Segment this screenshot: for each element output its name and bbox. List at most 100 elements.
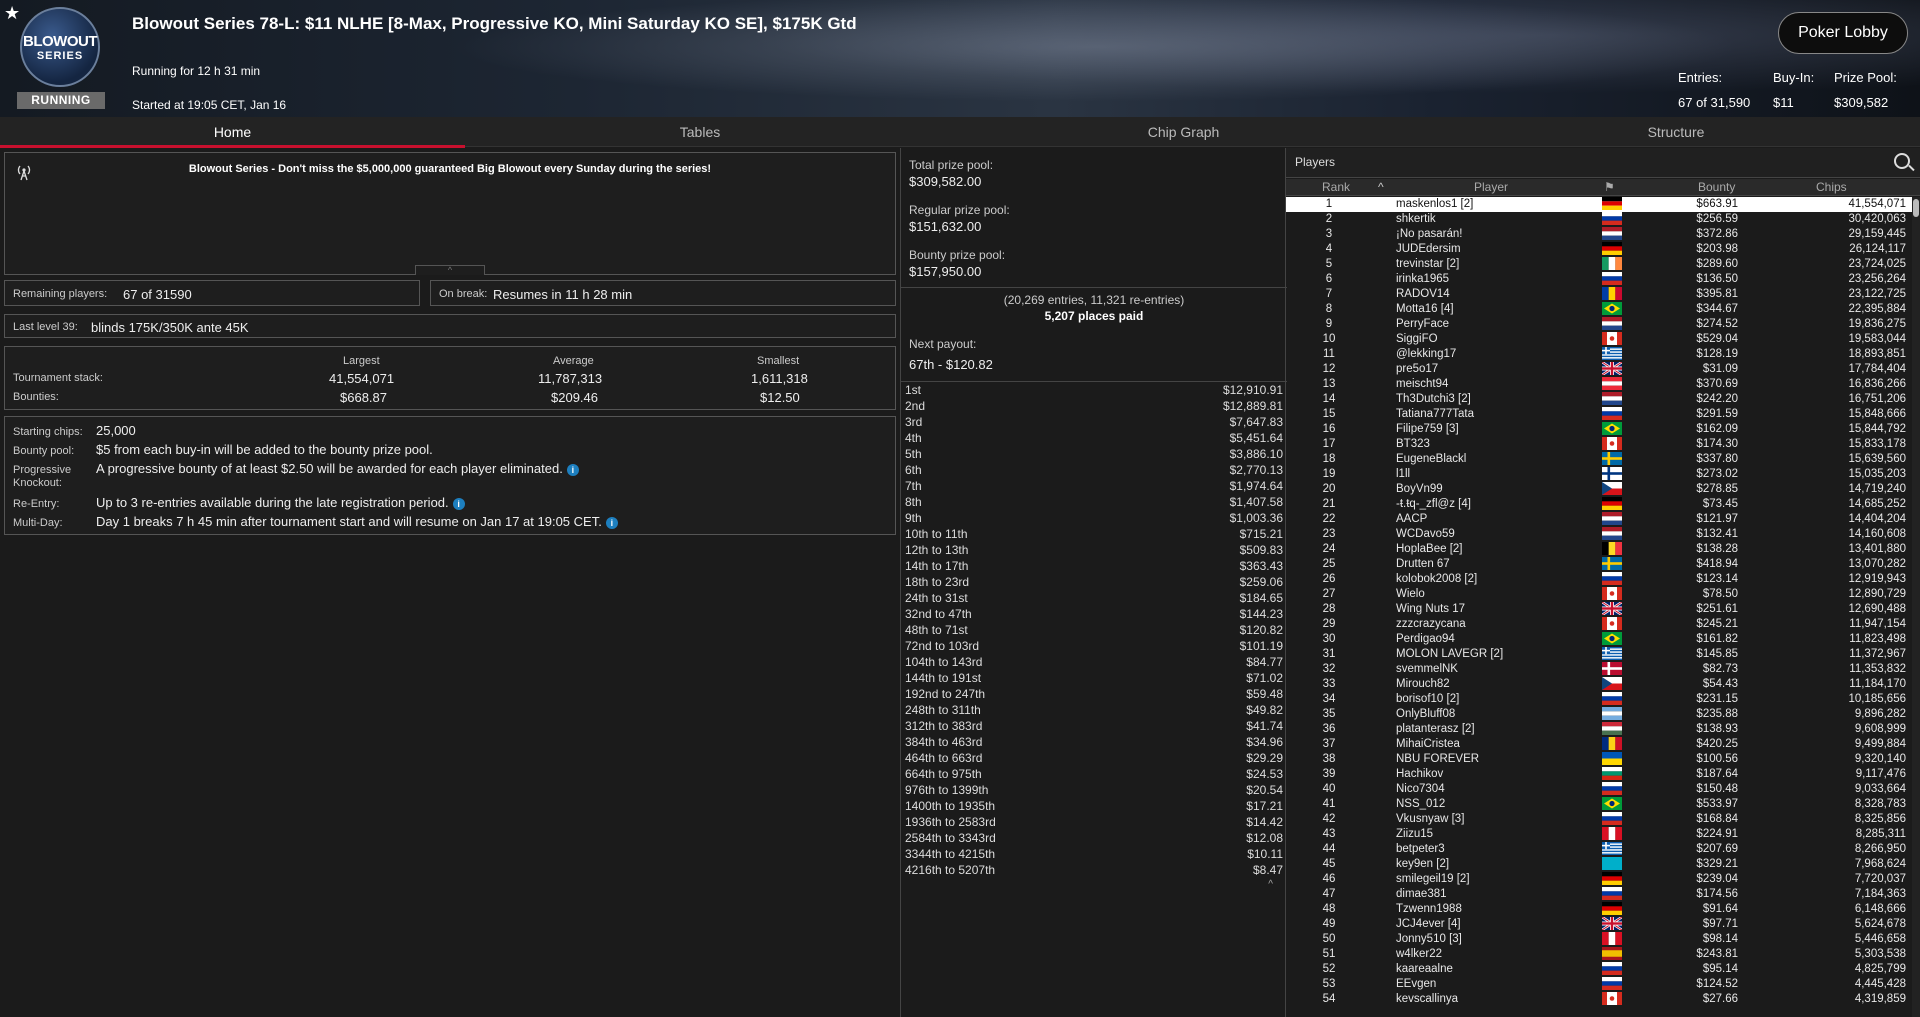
bounty-column-header[interactable]: Bounty xyxy=(1698,180,1735,194)
player-chips: 16,836,266 xyxy=(1848,378,1906,390)
player-row[interactable]: 20 BoyVn99 $278.85 14,719,240 xyxy=(1286,482,1912,497)
player-row[interactable]: 32 svemmelNK $82.73 11,353,832 xyxy=(1286,662,1912,677)
player-bounty: $344.67 xyxy=(1696,303,1738,315)
player-row[interactable]: 15 Tatiana777Tata $291.59 15,848,666 xyxy=(1286,407,1912,422)
player-name: Filipe759 [3] xyxy=(1396,423,1459,435)
player-row[interactable]: 39 Hachikov $187.64 9,117,476 xyxy=(1286,767,1912,782)
payout-row: 6th $2,770.13 xyxy=(901,462,1287,478)
player-row[interactable]: 48 Tzwenn1988 $91.64 6,148,666 xyxy=(1286,902,1912,917)
player-row[interactable]: 40 Nico7304 $150.48 9,033,664 xyxy=(1286,782,1912,797)
player-row[interactable]: 53 EEvgen $124.52 4,445,428 xyxy=(1286,977,1912,992)
poker-lobby-button[interactable]: Poker Lobby xyxy=(1778,12,1908,54)
player-row[interactable]: 13 meischt94 $370.69 16,836,266 xyxy=(1286,377,1912,392)
player-row[interactable]: 16 Filipe759 [3] $162.09 15,844,792 xyxy=(1286,422,1912,437)
player-row[interactable]: 33 Mirouch82 $54.43 11,184,170 xyxy=(1286,677,1912,692)
tab-chip-graph[interactable]: Chip Graph xyxy=(935,117,1432,147)
scroll-up-icon[interactable]: ^ xyxy=(1268,879,1273,890)
player-row[interactable]: 11 @lekking17 $128.19 18,893,851 xyxy=(1286,347,1912,362)
reentry-value: Up to 3 re-entries available during the … xyxy=(96,495,449,510)
player-row[interactable]: 49 JCJ4ever [4] $97.71 5,624,678 xyxy=(1286,915,1912,932)
player-row[interactable]: 45 key9en [2] $329.21 7,968,624 xyxy=(1286,857,1912,872)
player-row[interactable]: 24 HoplaBee [2] $138.28 13,401,880 xyxy=(1286,542,1912,557)
player-row[interactable]: 14 Th3Dutchi3 [2] $242.20 16,751,206 xyxy=(1286,392,1912,407)
prizepool-value: $309,582 xyxy=(1834,95,1889,110)
player-row[interactable]: 38 NBU FOREVER $100.56 9,320,140 xyxy=(1286,752,1912,767)
player-row[interactable]: 37 MihaiCristea $420.25 9,499,884 xyxy=(1286,737,1912,752)
players-title: Players xyxy=(1295,155,1336,169)
player-row[interactable]: 54 kevscallinya $27.66 4,319,859 xyxy=(1286,992,1912,1007)
flag-column-icon[interactable]: ⚑ xyxy=(1604,180,1615,194)
player-row[interactable]: 10 SiggiFO $529.04 19,583,044 xyxy=(1286,332,1912,347)
player-row[interactable]: 28 Wing Nuts 17 $251.61 12,690,488 xyxy=(1286,600,1912,617)
player-bounty: $529.04 xyxy=(1696,333,1738,345)
player-bounty: $224.91 xyxy=(1696,828,1738,840)
player-row[interactable]: 26 kolobok2008 [2] $123.14 12,919,943 xyxy=(1286,572,1912,587)
chips-column-header[interactable]: Chips xyxy=(1816,180,1847,194)
player-row[interactable]: 31 MOLON LAVEGR [2] $145.85 11,372,967 xyxy=(1286,647,1912,662)
player-row[interactable]: 51 w4lker22 $243.81 5,303,538 xyxy=(1286,947,1912,962)
player-rank: 46 xyxy=(1322,873,1336,885)
tab-home[interactable]: Home xyxy=(0,117,465,148)
player-row[interactable]: 34 borisof10 [2] $231.15 10,185,656 xyxy=(1286,692,1912,707)
player-row[interactable]: 46 smilegeil19 [2] $239.04 7,720,037 xyxy=(1286,872,1912,887)
player-row[interactable]: 43 Ziizu15 $224.91 8,285,311 xyxy=(1286,827,1912,842)
collapse-announcement-button[interactable]: ^ xyxy=(415,265,485,275)
player-row[interactable]: 27 Wielo $78.50 12,890,729 xyxy=(1286,587,1912,602)
player-row[interactable]: 3 ¡No pasarán! $372.86 29,159,445 xyxy=(1286,227,1912,242)
multiday-info-icon[interactable]: i xyxy=(605,516,618,529)
player-row[interactable]: 25 Drutten 67 $418.94 13,070,282 xyxy=(1286,557,1912,572)
total-prize-pool-value: $309,582.00 xyxy=(909,174,982,189)
player-row[interactable]: 23 WCDavo59 $132.41 14,160,608 xyxy=(1286,527,1912,542)
search-icon[interactable] xyxy=(1894,153,1910,169)
player-row[interactable]: 18 EugeneBlackl $337.80 15,639,560 xyxy=(1286,452,1912,467)
payout-place: 2nd xyxy=(905,399,926,413)
player-row[interactable]: 1 maskenlos1 [2] $663.91 41,554,071 xyxy=(1286,197,1912,212)
payout-place: 72nd to 103rd xyxy=(905,639,980,653)
player-column-header[interactable]: Player xyxy=(1474,180,1508,194)
player-row[interactable]: 36 platanterasz [2] $138.93 9,608,999 xyxy=(1286,722,1912,737)
player-bounty: $245.21 xyxy=(1696,618,1738,630)
favorite-star-icon[interactable]: ★ xyxy=(4,3,20,24)
reentry-row: Re-Entry: Up to 3 re-entries available d… xyxy=(13,495,465,511)
player-row[interactable]: 21 -ŧ.ŧq-_zfl@z [4] $73.45 14,685,252 xyxy=(1286,497,1912,512)
rank-column-header[interactable]: Rank xyxy=(1322,180,1350,194)
player-row[interactable]: 4 JUDEdersim $203.98 26,124,117 xyxy=(1286,242,1912,257)
country-flag-icon xyxy=(1602,242,1622,255)
sort-ascending-icon[interactable]: ^ xyxy=(1378,180,1384,194)
player-name: Tzwenn1988 xyxy=(1396,903,1462,915)
player-row[interactable]: 2 shkertik $256.59 30,420,063 xyxy=(1286,212,1912,227)
player-rank: 3 xyxy=(1325,228,1333,240)
player-row[interactable]: 22 AACP $121.97 14,404,204 xyxy=(1286,512,1912,527)
player-row[interactable]: 44 betpeter3 $207.69 8,266,950 xyxy=(1286,842,1912,857)
player-row[interactable]: 12 pre5o17 $31.09 17,784,404 xyxy=(1286,360,1912,377)
player-row[interactable]: 8 Motta16 [4] $344.67 22,395,884 xyxy=(1286,302,1912,317)
country-flag-icon xyxy=(1602,797,1622,810)
player-row[interactable]: 35 OnlyBluff08 $235.88 9,896,282 xyxy=(1286,707,1912,722)
player-row[interactable]: 52 kaareaalne $95.14 4,825,799 xyxy=(1286,962,1912,977)
player-row[interactable]: 42 Vkusnyaw [3] $168.84 8,325,856 xyxy=(1286,812,1912,827)
payout-row: 12th to 13th $509.83 xyxy=(901,542,1287,558)
player-chips: 9,499,884 xyxy=(1854,738,1906,750)
player-row[interactable]: 9 PerryFace $274.52 19,836,275 xyxy=(1286,317,1912,332)
player-row[interactable]: 47 dimae381 $174.56 7,184,363 xyxy=(1286,887,1912,902)
reentry-info-icon[interactable]: i xyxy=(452,497,465,510)
player-row[interactable]: 7 RADOV14 $395.81 23,122,725 xyxy=(1286,287,1912,302)
tab-tables[interactable]: Tables xyxy=(465,117,935,147)
player-row[interactable]: 41 NSS_012 $533.97 8,328,783 xyxy=(1286,797,1912,812)
player-rank: 24 xyxy=(1322,543,1336,555)
player-row[interactable]: 17 BT323 $174.30 15,833,178 xyxy=(1286,437,1912,452)
player-bounty: $136.50 xyxy=(1696,273,1738,285)
payout-amount: $363.43 xyxy=(1239,559,1283,573)
payout-place: 18th to 23rd xyxy=(905,575,970,589)
player-row[interactable]: 5 trevinstar [2] $289.60 23,724,025 xyxy=(1286,257,1912,272)
scrollbar-thumb[interactable] xyxy=(1913,199,1919,217)
player-row[interactable]: 29 zzzcrazycana $245.21 11,947,154 xyxy=(1286,617,1912,632)
player-row[interactable]: 6 irinka1965 $136.50 23,256,264 xyxy=(1286,272,1912,287)
players-scrollbar[interactable] xyxy=(1912,197,1920,1017)
country-flag-icon xyxy=(1602,197,1622,210)
player-row[interactable]: 19 l1ll $273.02 15,035,203 xyxy=(1286,467,1912,482)
player-row[interactable]: 50 Jonny510 [3] $98.14 5,446,658 xyxy=(1286,932,1912,947)
pko-info-icon[interactable]: i xyxy=(566,463,579,476)
tab-structure[interactable]: Structure xyxy=(1432,117,1920,147)
player-row[interactable]: 30 Perdigao94 $161.82 11,823,498 xyxy=(1286,632,1912,647)
